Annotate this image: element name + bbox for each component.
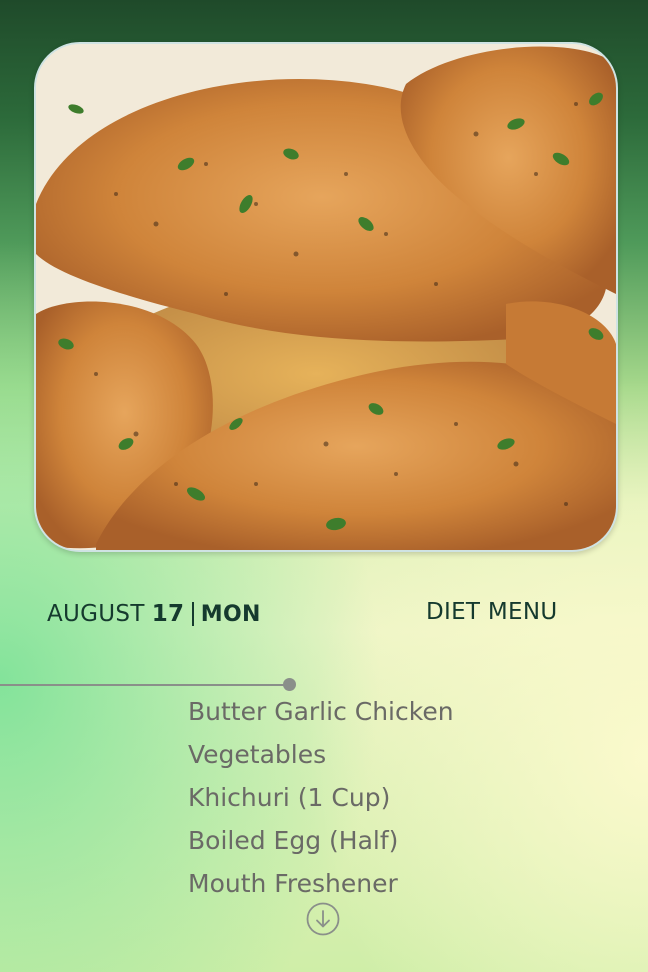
arrow-down-circle-icon[interactable] (306, 902, 340, 936)
date-separator (192, 602, 194, 626)
menu-item: Mouth Freshener (188, 869, 398, 898)
menu-list: Butter Garlic Chicken Vegetables Khichur… (188, 690, 454, 905)
timeline-line (0, 684, 286, 686)
menu-item: Butter Garlic Chicken (188, 697, 454, 726)
date-label: AUGUST 17 MON (47, 598, 261, 630)
chicken-dish-image (36, 44, 616, 550)
date-month: AUGUST (47, 601, 145, 627)
food-photo (34, 42, 618, 552)
date-weekday: MON (200, 601, 261, 627)
menu-title: DIET MENU (426, 599, 558, 625)
menu-item: Vegetables (188, 740, 327, 769)
menu-item: Boiled Egg (Half) (188, 826, 399, 855)
date-day: 17 (151, 601, 185, 627)
menu-item: Khichuri (1 Cup) (188, 783, 391, 812)
